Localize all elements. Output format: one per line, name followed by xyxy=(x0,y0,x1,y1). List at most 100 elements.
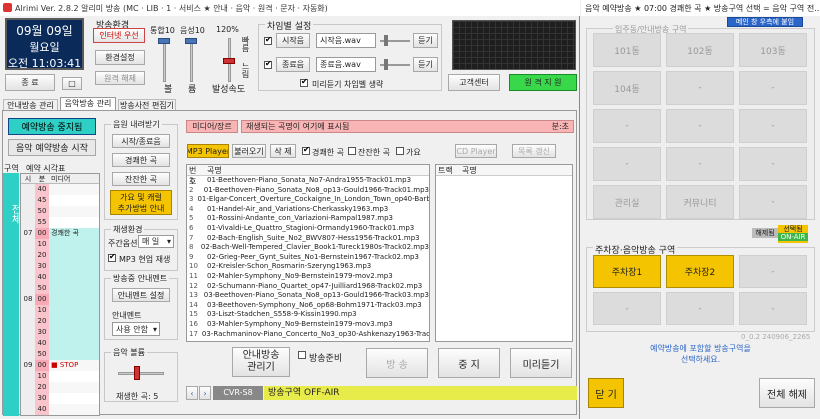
track-row[interactable]: 16 03-Mahler-Symphony_No9-Bernstein1979-m… xyxy=(187,320,429,330)
music-volume-slider[interactable] xyxy=(118,372,164,375)
music-reservation-start-button[interactable]: 음악 예약방송 시작 xyxy=(8,139,96,156)
clear-all-button[interactable]: 전체 해제 xyxy=(759,378,815,408)
volume-slider-track[interactable] xyxy=(190,38,193,82)
calm-song-button[interactable]: 잔잔한 곡 xyxy=(112,172,170,186)
prev-arrow-icon[interactable]: ‹ xyxy=(186,386,198,400)
schedule-row[interactable]: 50 xyxy=(21,349,99,360)
exit-button[interactable]: 종 료 xyxy=(5,74,55,91)
bell-slider-thumb[interactable] xyxy=(158,38,170,44)
end-listen-button[interactable]: 듣기 xyxy=(413,57,438,72)
load-button[interactable]: 불러오기 xyxy=(232,144,266,158)
start-sound-file[interactable]: 시작음.wav xyxy=(316,33,376,48)
customer-center-button[interactable]: 고객센터 xyxy=(448,74,500,91)
schedule-row[interactable]: 08 00 xyxy=(21,294,99,305)
start-sound-checkbox[interactable] xyxy=(264,35,272,45)
parking-zone-button[interactable]: - xyxy=(593,292,661,325)
zone-button[interactable]: 102동 xyxy=(666,33,734,67)
end-sound-slider-thumb[interactable] xyxy=(384,59,388,70)
kpop-carol-button[interactable]: 가요 및 캐럴 추가방법 안내 xyxy=(110,190,172,215)
track-row[interactable]: 7 02-Bach-English_Suite_No2_BWV807-Hess19… xyxy=(187,234,429,244)
standby-checkbox[interactable] xyxy=(298,351,306,359)
track-row[interactable]: 10 02-Kreisler-Schon_Rosmarin-Szeryng1963… xyxy=(187,262,429,272)
filter-kpop-checkbox[interactable] xyxy=(396,147,404,155)
broadcast-button[interactable]: 방 송 xyxy=(366,348,428,378)
remote-release-button[interactable]: 원격 해제 xyxy=(95,71,145,85)
schedule-row[interactable]: 40 xyxy=(21,184,99,195)
track-row[interactable]: 2 01-Beethoven-Piano_Sonata_No8_op13-Goul… xyxy=(187,186,429,196)
zone-button[interactable]: - xyxy=(739,71,807,105)
mp3-play-checkbox[interactable] xyxy=(108,252,116,262)
filter-lively-checkbox[interactable] xyxy=(302,145,310,155)
schedule-row[interactable]: 20 xyxy=(21,316,99,327)
next-arrow-icon[interactable]: › xyxy=(199,386,211,400)
zone-button[interactable]: - xyxy=(666,71,734,105)
schedule-row[interactable]: 07 00 경쾌한 곡 xyxy=(21,228,99,239)
zone-button[interactable]: 관리실 xyxy=(593,185,661,219)
lively-song-button[interactable]: 경쾌한 곡 xyxy=(112,153,170,167)
announce-option-select[interactable]: 사용 안함 ▾ xyxy=(112,322,160,336)
tab-announce[interactable]: 안내방송 관리기 xyxy=(3,99,58,121)
schedule-row[interactable]: 20 xyxy=(21,382,99,393)
track-row[interactable]: 17 03-Rachmaninov-Piano_Concerto_No3_op30… xyxy=(187,330,429,340)
zone-button[interactable]: - xyxy=(593,147,661,181)
internet-priority-button[interactable]: 인터넷 우선 xyxy=(93,28,145,43)
track-row[interactable]: 15 03-Liszt-Stadchen_S558-9-Kissin1990.mp… xyxy=(187,310,429,320)
parking-zone-button[interactable]: - xyxy=(666,292,734,325)
dock-button[interactable]: 메인 창 우측에 붙임 xyxy=(727,17,803,27)
tab-music[interactable]: 음악방송 관리기 xyxy=(60,97,116,119)
track-list[interactable]: 번호 곡명 1 01-Beethoven-Piano_Sonata_No7-And… xyxy=(186,164,430,342)
schedule-row[interactable]: 40 xyxy=(21,272,99,283)
schedule-row[interactable]: 40 xyxy=(21,404,99,415)
speed-slider-thumb[interactable] xyxy=(223,58,235,64)
zone-button[interactable]: 101동 xyxy=(593,33,661,67)
track-row[interactable]: 4 01-Handel-Air_and_Variations-Cherkassky… xyxy=(187,205,429,215)
minimize-button[interactable]: □ xyxy=(62,77,82,90)
schedule-row[interactable]: 09 00 ■ STOP xyxy=(21,360,99,371)
track-row[interactable]: 3 01-Elgar-Concert_Overture_Cockaigne_In_… xyxy=(187,195,429,205)
start-end-sound-button[interactable]: 시작/종료음 xyxy=(112,134,170,148)
zone-button[interactable]: - xyxy=(739,185,807,219)
track-row[interactable]: 8 02-Bach-Well-Tempered_Clavier_Book1-Tur… xyxy=(187,243,429,253)
schedule-row[interactable]: 30 xyxy=(21,261,99,272)
track-row[interactable]: 12 02-Schumann-Piano_Quartet_op47-Juillia… xyxy=(187,282,429,292)
zone-button[interactable]: 103동 xyxy=(739,33,807,67)
schedule-row[interactable]: 20 xyxy=(21,250,99,261)
bell-slider-track[interactable] xyxy=(163,38,166,82)
track-row[interactable]: 6 01-Vivaldi-Le_Quattro_Stagioni-Ormandy1… xyxy=(187,224,429,234)
track-row[interactable]: 9 02-Grieg-Peer_Gynt_Suites_No1-Bernstein… xyxy=(187,253,429,263)
end-sound-checkbox[interactable] xyxy=(264,59,272,69)
announce-settings-button[interactable]: 안내멘트 설정 xyxy=(112,288,170,302)
schedule-row[interactable]: 10 xyxy=(21,305,99,316)
end-sound-button[interactable]: 종료음 xyxy=(276,57,310,72)
close-button[interactable]: 닫 기 xyxy=(588,378,624,408)
schedule-row[interactable]: 50 xyxy=(21,283,99,294)
start-sound-slider-thumb[interactable] xyxy=(384,35,388,46)
schedule-row[interactable]: 55 xyxy=(21,217,99,228)
track-row[interactable]: 13 03-Beethoven-Piano_Sonata_No8_op13-Gou… xyxy=(187,291,429,301)
track-row[interactable]: 1 01-Beethoven-Piano_Sonata_No7-Andra1955… xyxy=(187,176,429,186)
skip-chime-checkbox[interactable] xyxy=(300,77,308,87)
cd-track-list[interactable]: 트랙 곡명 xyxy=(435,164,573,342)
announce-manager-button[interactable]: 안내방송 관리기 xyxy=(232,347,290,377)
track-refresh-button[interactable]: 목록 갱신 xyxy=(512,144,556,158)
schedule-row[interactable]: 10 xyxy=(21,239,99,250)
remote-support-button[interactable]: 원 격 지 원 xyxy=(509,74,577,91)
schedule-row[interactable]: 50 xyxy=(21,206,99,217)
parking-zone-button[interactable]: - xyxy=(739,292,807,325)
zone-button[interactable]: - xyxy=(739,109,807,143)
schedule-row[interactable]: 30 xyxy=(21,327,99,338)
env-settings-button[interactable]: 환경설정 xyxy=(95,50,145,65)
schedule-row[interactable]: 45 xyxy=(21,195,99,206)
schedule-row[interactable]: 30 xyxy=(21,393,99,404)
start-listen-button[interactable]: 듣기 xyxy=(413,33,438,48)
schedule-row[interactable]: 40 xyxy=(21,338,99,349)
zone-button[interactable]: - xyxy=(666,109,734,143)
cd-player-button[interactable]: CD Player xyxy=(455,144,497,158)
parking-zone-button[interactable]: - xyxy=(739,255,807,288)
preview-button[interactable]: 미리듣기 xyxy=(510,348,572,378)
zone-button[interactable]: - xyxy=(666,147,734,181)
track-row[interactable]: 14 03-Beethoven-Symphony_No6_op68-Bohm197… xyxy=(187,301,429,311)
delete-button[interactable]: 삭 제 xyxy=(270,144,296,158)
zone-button[interactable]: 104동 xyxy=(593,71,661,105)
zone-button[interactable]: - xyxy=(739,147,807,181)
